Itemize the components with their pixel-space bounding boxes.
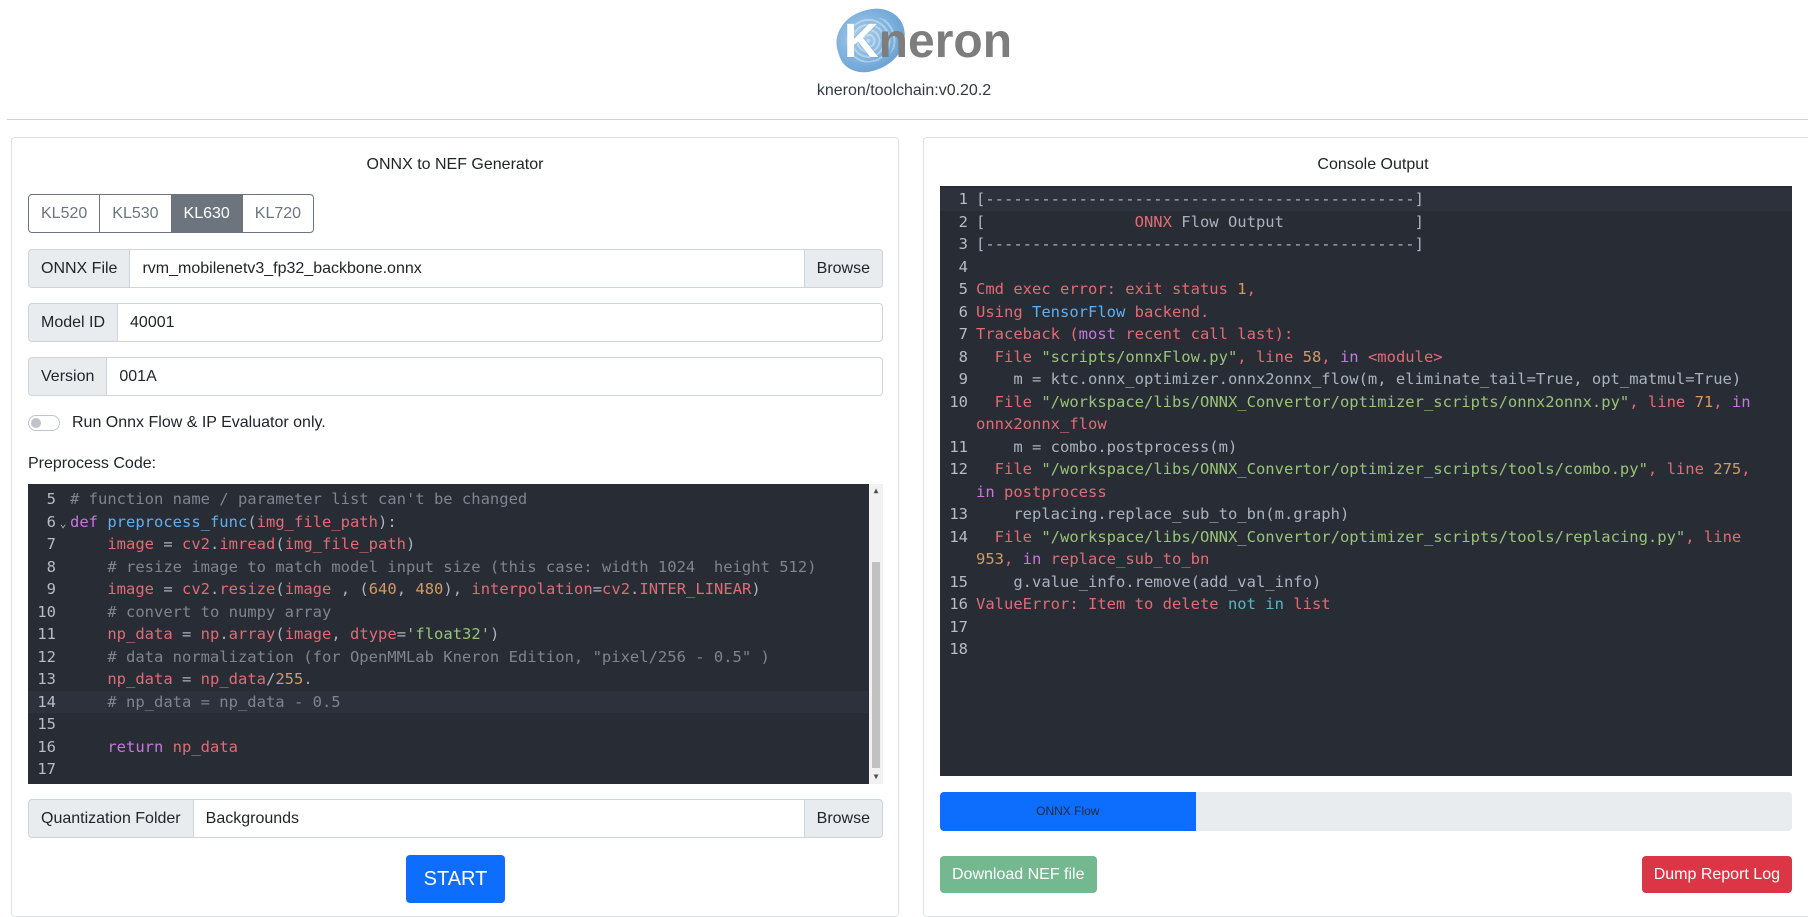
console-line: 12 File "/workspace/libs/ONNX_Convertor/… xyxy=(949,460,1760,501)
code-line: 7 image = cv2.imread(img_file_path) xyxy=(46,535,416,553)
platform-selector: KL520 KL530 KL630 KL720 xyxy=(28,194,315,233)
console-output: 1 [--------------------------------------… xyxy=(940,186,1792,776)
code-line: 8 # resize image to match model input si… xyxy=(46,557,817,576)
platform-kl630[interactable]: KL630 xyxy=(170,194,243,233)
platform-kl520[interactable]: KL520 xyxy=(28,194,101,233)
start-button[interactable]: START xyxy=(406,855,505,903)
download-nef-button[interactable]: Download NEF file xyxy=(940,856,1097,893)
code-lines: 5 # function name / parameter list can't … xyxy=(28,488,868,781)
preprocess-code-editor[interactable]: 5 # function name / parameter list can't … xyxy=(28,484,883,784)
console-line: 5 Cmd exec error: exit status 1, xyxy=(958,280,1256,298)
console-line: 9 m = ktc.onnx_optimizer.onnx2onnx_flow(… xyxy=(958,370,1742,388)
console-card: Console Output 1 [-----------------------… xyxy=(923,137,1808,917)
preprocess-label: Preprocess Code: xyxy=(28,455,157,472)
onnx-file-label: ONNX File xyxy=(28,249,131,288)
model-id-label: Model ID xyxy=(28,303,119,342)
model-id-input[interactable]: 40001 xyxy=(118,303,883,342)
onnx-flow-progress: ONNX Flow xyxy=(940,792,1792,831)
console-line: 11 m = combo.postprocess(m) xyxy=(949,437,1238,456)
onnx-flow-only-label: Run Onnx Flow & IP Evaluator only. xyxy=(72,414,326,431)
generator-card: ONNX to NEF Generator KL520 KL530 KL630 … xyxy=(11,137,899,917)
kneron-logo: Kneron xyxy=(828,0,1012,80)
console-line: 6 Using TensorFlow backend. xyxy=(958,302,1210,321)
onnx-file-input[interactable]: rvm_mobilenetv3_fp32_backbone.onnx xyxy=(130,249,805,288)
code-line: 10 # convert to numpy array xyxy=(37,602,332,621)
onnx-flow-only-switch[interactable] xyxy=(28,415,60,431)
console-line: 17 xyxy=(949,617,968,636)
quant-browse-button[interactable]: Browse xyxy=(804,799,883,838)
console-line: 1 [--------------------------------------… xyxy=(940,188,1792,211)
platform-kl530[interactable]: KL530 xyxy=(99,194,172,233)
code-line: 17 xyxy=(37,760,56,778)
model-id-group: Model ID 40001 xyxy=(28,303,883,342)
version-input[interactable]: 001A xyxy=(107,357,883,396)
console-line: 10 File "/workspace/libs/ONNX_Convertor/… xyxy=(949,392,1760,434)
editor-scrollbar[interactable]: ▲ ▼ xyxy=(869,484,883,784)
code-line: 15 xyxy=(37,715,56,733)
code-line-active: 14 # np_data = np_data - 0.5 xyxy=(28,690,868,713)
console-lines: 1 [--------------------------------------… xyxy=(940,186,1792,661)
version-label: Version xyxy=(28,357,108,396)
dump-report-log-button[interactable]: Dump Report Log xyxy=(1641,856,1792,893)
code-line: 16 return np_data xyxy=(37,737,238,756)
header-divider xyxy=(7,119,1808,120)
generator-title: ONNX to NEF Generator xyxy=(366,156,544,173)
quant-folder-input[interactable]: Backgrounds xyxy=(193,799,805,838)
scroll-thumb[interactable] xyxy=(872,562,880,768)
console-line: 14 File "/workspace/libs/ONNX_Convertor/… xyxy=(949,527,1751,569)
code-line: 5 # function name / parameter list can't … xyxy=(46,490,528,508)
console-line: 8 File "scripts/onnxFlow.py", line 58, i… xyxy=(958,347,1443,366)
console-line: 3 [--------------------------------------… xyxy=(958,235,1424,253)
console-line: 7 Traceback (most recent call last): xyxy=(958,325,1294,343)
switch-knob xyxy=(31,418,41,428)
quant-folder-label: Quantization Folder xyxy=(28,799,194,838)
console-line: 2[ ONNX Flow Output ] xyxy=(958,212,1424,231)
header: Kneron kneron/toolchain:v0.20.2 xyxy=(0,0,1808,120)
console-line: 18 xyxy=(949,640,968,658)
quant-folder-group: Quantization Folder Backgrounds Browse xyxy=(28,799,883,838)
progress-bar: ONNX Flow xyxy=(940,792,1196,831)
console-line: 13 replacing.replace_sub_to_bn(m.graph) xyxy=(949,505,1350,523)
console-line: 15 g.value_info.remove(add_val_info) xyxy=(949,572,1322,591)
fold-chevron-icon[interactable]: ⌄ xyxy=(56,513,70,536)
code-line: 9 image = cv2.resize(image , (640, 480),… xyxy=(46,580,761,598)
code-line: 12 # data normalization (for OpenMMLab K… xyxy=(37,647,770,666)
version-group: Version 001A xyxy=(28,357,883,396)
code-line: 6 ⌄ def preprocess_func(img_file_path): xyxy=(28,511,868,534)
toolchain-version: kneron/toolchain:v0.20.2 xyxy=(816,82,992,99)
code-line: 11 np_data = np.array(image, dtype='floa… xyxy=(37,625,500,643)
scroll-up-arrow-icon[interactable]: ▲ xyxy=(869,484,883,498)
console-line: 16 ValueError: Item to delete not in list xyxy=(949,595,1331,613)
onnx-flow-toggle-row: Run Onnx Flow & IP Evaluator only. xyxy=(28,411,326,435)
progress-label: ONNX Flow xyxy=(1036,804,1100,818)
console-title: Console Output xyxy=(1317,156,1429,173)
onnx-file-group: ONNX File rvm_mobilenetv3_fp32_backbone.… xyxy=(28,249,883,288)
code-line: 13 np_data = np_data/255. xyxy=(37,670,313,688)
onnx-browse-button[interactable]: Browse xyxy=(804,249,883,288)
console-line: 4 xyxy=(958,257,968,276)
platform-kl720[interactable]: KL720 xyxy=(241,194,315,233)
scroll-down-arrow-icon[interactable]: ▼ xyxy=(869,770,883,784)
logo-text: Kneron xyxy=(844,15,1013,68)
